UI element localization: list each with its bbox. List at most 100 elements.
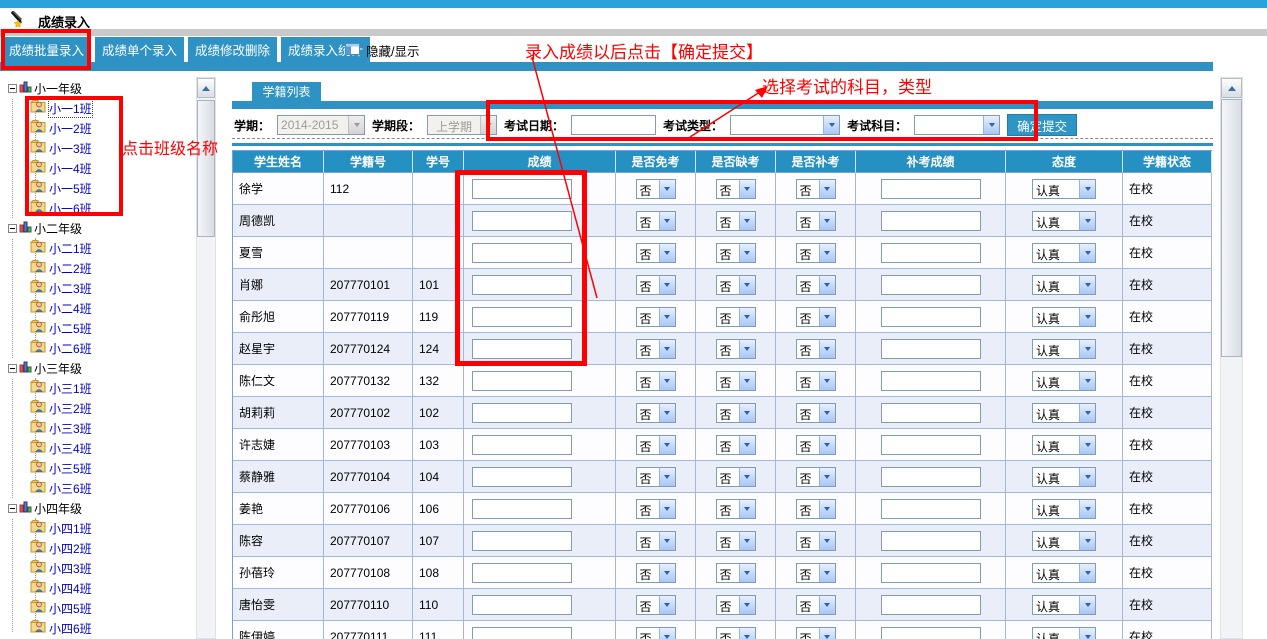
makeup-score-input[interactable] bbox=[881, 275, 981, 295]
tree-class-link[interactable]: 小一6班 bbox=[49, 200, 92, 217]
makeup-select[interactable]: 否 bbox=[796, 275, 836, 295]
absent-select[interactable]: 否 bbox=[716, 499, 756, 519]
makeup-select[interactable]: 否 bbox=[796, 339, 836, 359]
makeup-select[interactable]: 否 bbox=[796, 243, 836, 263]
makeup-score-input[interactable] bbox=[881, 499, 981, 519]
score-input[interactable] bbox=[472, 595, 572, 615]
tree-class-link[interactable]: 小一4班 bbox=[49, 160, 92, 177]
absent-select[interactable]: 否 bbox=[716, 531, 756, 551]
makeup-select[interactable]: 否 bbox=[796, 307, 836, 327]
attitude-select[interactable]: 认真 bbox=[1032, 595, 1096, 615]
exempt-select[interactable]: 否 bbox=[636, 179, 676, 199]
tree-scroll-up-button[interactable] bbox=[197, 78, 215, 98]
tree-class-link[interactable]: 小三6班 bbox=[49, 480, 92, 497]
tree-class-link[interactable]: 小三3班 bbox=[49, 420, 92, 437]
exempt-select[interactable]: 否 bbox=[636, 627, 676, 639]
tree-class-link[interactable]: 小四3班 bbox=[49, 560, 92, 577]
absent-select[interactable]: 否 bbox=[716, 595, 756, 615]
attitude-select[interactable]: 认真 bbox=[1032, 371, 1096, 391]
makeup-select[interactable]: 否 bbox=[796, 211, 836, 231]
toolbar-button-modify-delete[interactable]: 成绩修改删除 bbox=[188, 37, 277, 62]
makeup-score-input[interactable] bbox=[881, 243, 981, 263]
exempt-select[interactable]: 否 bbox=[636, 531, 676, 551]
score-input[interactable] bbox=[472, 563, 572, 583]
absent-select[interactable]: 否 bbox=[716, 435, 756, 455]
attitude-select[interactable]: 认真 bbox=[1032, 627, 1096, 639]
submit-button[interactable]: 确定提交 bbox=[1007, 114, 1077, 136]
attitude-select[interactable]: 认真 bbox=[1032, 403, 1096, 423]
absent-select[interactable]: 否 bbox=[716, 307, 756, 327]
attitude-select[interactable]: 认真 bbox=[1032, 339, 1096, 359]
absent-select[interactable]: 否 bbox=[716, 339, 756, 359]
score-input[interactable] bbox=[472, 499, 572, 519]
grade-label[interactable]: 小四年级 bbox=[34, 500, 82, 517]
tree-class-link[interactable]: 小二3班 bbox=[49, 280, 92, 297]
toolbar-button-batch-entry[interactable]: 成绩批量录入 bbox=[2, 37, 91, 62]
absent-select[interactable]: 否 bbox=[716, 627, 756, 639]
tree-class-link[interactable]: 小四2班 bbox=[49, 540, 92, 557]
makeup-score-input[interactable] bbox=[881, 563, 981, 583]
exempt-select[interactable]: 否 bbox=[636, 595, 676, 615]
score-input[interactable] bbox=[472, 467, 572, 487]
main-scrollbar[interactable] bbox=[1220, 77, 1243, 639]
makeup-score-input[interactable] bbox=[881, 627, 981, 639]
makeup-select[interactable]: 否 bbox=[796, 563, 836, 583]
makeup-score-input[interactable] bbox=[881, 435, 981, 455]
score-input[interactable] bbox=[472, 627, 572, 639]
makeup-score-input[interactable] bbox=[881, 179, 981, 199]
attitude-select[interactable]: 认真 bbox=[1032, 243, 1096, 263]
attitude-select[interactable]: 认真 bbox=[1032, 211, 1096, 231]
exempt-select[interactable]: 否 bbox=[636, 563, 676, 583]
attitude-select[interactable]: 认真 bbox=[1032, 499, 1096, 519]
tree-scrollbar[interactable] bbox=[196, 77, 216, 639]
score-input[interactable] bbox=[472, 435, 572, 455]
absent-select[interactable]: 否 bbox=[716, 179, 756, 199]
hide-show-toggle[interactable]: 隐藏/显示 bbox=[345, 41, 419, 60]
absent-select[interactable]: 否 bbox=[716, 243, 756, 263]
makeup-select[interactable]: 否 bbox=[796, 435, 836, 455]
makeup-select[interactable]: 否 bbox=[796, 371, 836, 391]
makeup-select[interactable]: 否 bbox=[796, 595, 836, 615]
exempt-select[interactable]: 否 bbox=[636, 371, 676, 391]
tree-class-link[interactable]: 小四6班 bbox=[49, 620, 92, 637]
exam-date-input[interactable] bbox=[571, 115, 656, 135]
tree-scroll-thumb[interactable] bbox=[197, 100, 215, 237]
exempt-select[interactable]: 否 bbox=[636, 275, 676, 295]
tree-class-link[interactable]: 小三2班 bbox=[49, 400, 92, 417]
score-input[interactable] bbox=[472, 403, 572, 423]
grade-label[interactable]: 小三年级 bbox=[34, 360, 82, 377]
tree-class-link[interactable]: 小三4班 bbox=[49, 440, 92, 457]
absent-select[interactable]: 否 bbox=[716, 467, 756, 487]
toolbar-button-single-entry[interactable]: 成绩单个录入 bbox=[95, 37, 184, 62]
tree-class-link[interactable]: 小二2班 bbox=[49, 260, 92, 277]
exempt-select[interactable]: 否 bbox=[636, 499, 676, 519]
makeup-score-input[interactable] bbox=[881, 371, 981, 391]
makeup-score-input[interactable] bbox=[881, 403, 981, 423]
absent-select[interactable]: 否 bbox=[716, 563, 756, 583]
absent-select[interactable]: 否 bbox=[716, 211, 756, 231]
collapse-icon[interactable] bbox=[8, 504, 17, 513]
makeup-score-input[interactable] bbox=[881, 467, 981, 487]
score-input[interactable] bbox=[472, 243, 572, 263]
exempt-select[interactable]: 否 bbox=[636, 307, 676, 327]
attitude-select[interactable]: 认真 bbox=[1032, 179, 1096, 199]
grade-label[interactable]: 小一年级 bbox=[34, 80, 82, 97]
absent-select[interactable]: 否 bbox=[716, 403, 756, 423]
makeup-select[interactable]: 否 bbox=[796, 627, 836, 639]
makeup-select[interactable]: 否 bbox=[796, 467, 836, 487]
tree-class-link[interactable]: 小四5班 bbox=[49, 600, 92, 617]
makeup-score-input[interactable] bbox=[881, 595, 981, 615]
exempt-select[interactable]: 否 bbox=[636, 467, 676, 487]
score-input[interactable] bbox=[472, 531, 572, 551]
score-input[interactable] bbox=[472, 211, 572, 231]
score-input[interactable] bbox=[472, 275, 572, 295]
absent-select[interactable]: 否 bbox=[716, 371, 756, 391]
tree-class-link[interactable]: 小四1班 bbox=[49, 520, 92, 537]
tree-class-link[interactable]: 小二4班 bbox=[49, 300, 92, 317]
attitude-select[interactable]: 认真 bbox=[1032, 563, 1096, 583]
exam-type-select[interactable] bbox=[730, 115, 840, 135]
makeup-score-input[interactable] bbox=[881, 531, 981, 551]
tree-class-link[interactable]: 小一1班 bbox=[49, 100, 92, 117]
score-input[interactable] bbox=[472, 307, 572, 327]
score-input[interactable] bbox=[472, 371, 572, 391]
